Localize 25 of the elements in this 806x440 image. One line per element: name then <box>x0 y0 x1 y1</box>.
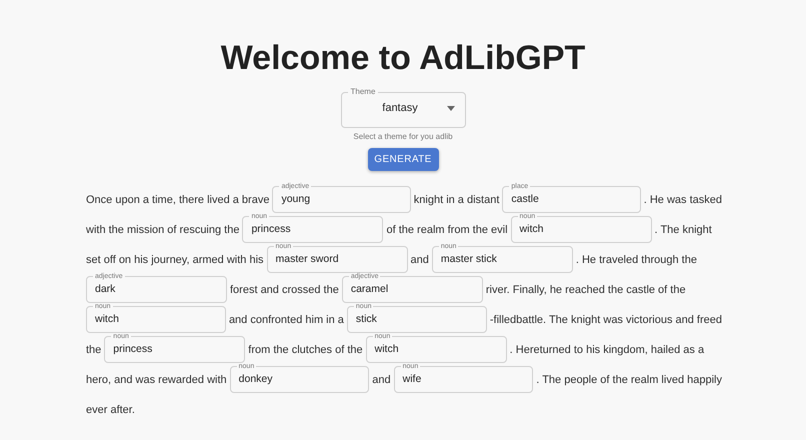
story-text: forest and crossed the <box>230 283 339 298</box>
page-title: Welcome to AdLibGPT <box>220 38 586 79</box>
story-text: ever after. <box>86 403 135 418</box>
story-text: river. Finally, he reached the castle of the <box>486 283 686 298</box>
story-text: from the clutches of the <box>248 343 363 358</box>
story-text: the <box>86 343 102 358</box>
story-text: set off on his journey, armed with his <box>86 253 264 268</box>
story-text: . The knight <box>654 223 712 238</box>
story-text: Once upon a time, there lived a brave <box>86 193 270 208</box>
story-text: knight in a distant <box>414 193 500 208</box>
story-text: and confronted him in a <box>228 313 344 328</box>
story-text: . The people of the realm lived happily <box>536 373 722 388</box>
story-text: -filledbattle. The knight was victorious and freed <box>490 313 722 328</box>
generate-button[interactable]: GENERATE <box>368 148 438 171</box>
story-text: and <box>410 253 429 268</box>
story-text: and <box>372 373 391 388</box>
story-text: hero, and was rewarded with <box>86 373 227 388</box>
story-text: . He was tasked <box>644 193 722 208</box>
story-text: . He traveled through the <box>576 253 697 268</box>
story-text: with the mission of rescuing the <box>86 223 240 238</box>
story-text: . Hereturned to his kingdom, hailed as a <box>510 343 704 358</box>
caret-icon <box>446 106 454 110</box>
theme-select[interactable]: Theme fantasy <box>340 88 466 128</box>
helper-text: Select a theme for you adlib <box>353 132 453 142</box>
story-text: of the realm from the evil <box>386 223 508 238</box>
